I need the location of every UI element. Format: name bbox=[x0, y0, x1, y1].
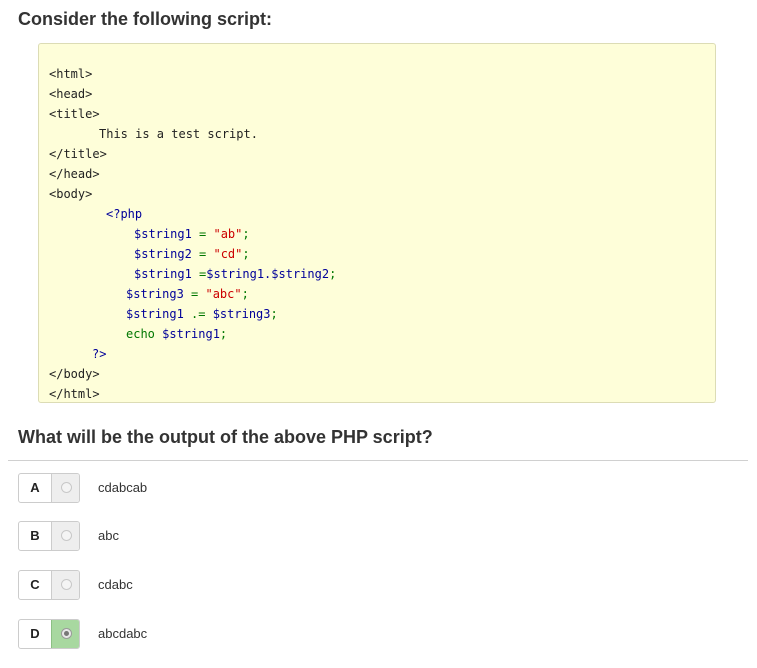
answer-option-c[interactable]: C cdabc bbox=[18, 570, 738, 602]
option-letter: C bbox=[30, 577, 40, 592]
code-line: <html> bbox=[49, 67, 93, 81]
radio-button[interactable] bbox=[61, 628, 72, 639]
code-line: echo $string1; bbox=[126, 327, 228, 341]
radio-cell[interactable] bbox=[51, 522, 79, 550]
option-letter: A bbox=[30, 480, 40, 495]
code-line: This is a test script. bbox=[99, 127, 258, 141]
option-selector[interactable]: C bbox=[18, 570, 80, 600]
code-line: </head> bbox=[49, 167, 100, 181]
code-line: $string1 .= $string3; bbox=[126, 307, 278, 321]
option-text: cdabc bbox=[98, 577, 133, 592]
code-line: $string2 = "cd"; bbox=[134, 247, 250, 261]
code-line: <head> bbox=[49, 87, 93, 101]
option-selector[interactable]: A bbox=[18, 473, 80, 503]
option-text: abc bbox=[98, 528, 119, 543]
option-text: abcdabc bbox=[98, 626, 148, 641]
radio-button[interactable] bbox=[61, 579, 72, 590]
code-line: <?php bbox=[106, 207, 143, 221]
question-prompt: What will be the output of the above PHP… bbox=[18, 427, 433, 447]
option-text: cdabcab bbox=[98, 480, 148, 495]
code-line: </body> bbox=[49, 367, 100, 381]
option-letter: D bbox=[30, 626, 40, 641]
code-line: </html> bbox=[49, 387, 100, 401]
answer-option-d[interactable]: D abcdabc bbox=[18, 619, 738, 651]
option-selector[interactable]: D bbox=[18, 619, 80, 649]
code-line: <body> bbox=[49, 187, 93, 201]
option-letter: B bbox=[30, 528, 40, 543]
answer-option-b[interactable]: B abc bbox=[18, 521, 738, 553]
radio-cell[interactable] bbox=[51, 620, 79, 648]
answer-option-a[interactable]: A cdabcab bbox=[18, 473, 738, 505]
code-line: $string3 = "abc"; bbox=[126, 287, 249, 301]
option-selector[interactable]: B bbox=[18, 521, 80, 551]
code-line: ?> bbox=[92, 347, 107, 361]
code-line: </title> bbox=[49, 147, 107, 161]
code-line: $string1 =$string1.$string2; bbox=[134, 267, 337, 281]
code-line: $string1 = "ab"; bbox=[134, 227, 250, 241]
radio-cell[interactable] bbox=[51, 474, 79, 502]
radio-cell[interactable] bbox=[51, 571, 79, 599]
code-block: <html> <head> <title> This is a test scr… bbox=[38, 43, 716, 403]
divider bbox=[8, 460, 748, 461]
radio-button[interactable] bbox=[61, 530, 72, 541]
code-line: <title> bbox=[49, 107, 100, 121]
radio-button[interactable] bbox=[61, 482, 72, 493]
question-intro: Consider the following script: bbox=[18, 9, 273, 29]
